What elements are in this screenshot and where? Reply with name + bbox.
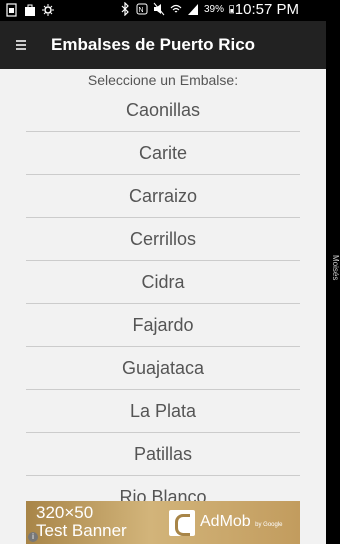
status-time: 10:57 PM	[234, 1, 299, 18]
reservoir-item[interactable]: La Plata	[26, 390, 300, 433]
main-content: Seleccione un Embalse: Caonillas Carite …	[0, 69, 326, 544]
shopping-bag-icon	[25, 4, 35, 16]
reservoir-item[interactable]: Carraizo	[26, 175, 300, 218]
ad-size-label: 320×50	[36, 503, 94, 522]
reservoir-item[interactable]: Carite	[26, 132, 300, 175]
reservoir-list: Caonillas Carite Carraizo Cerrillos Cidr…	[26, 89, 300, 518]
reservoir-item[interactable]: Cerrillos	[26, 218, 300, 261]
mute-icon	[153, 2, 165, 16]
reservoir-item[interactable]: Guajataca	[26, 347, 300, 390]
battery-percent: 39%	[203, 3, 224, 15]
menu-icon[interactable]	[16, 40, 26, 51]
bluetooth-icon	[121, 2, 129, 16]
signal-icon	[187, 4, 198, 15]
ad-brand-sub: by Google	[255, 522, 283, 528]
admob-logo-icon	[169, 510, 195, 536]
reservoir-item[interactable]: Caonillas	[26, 89, 300, 132]
status-bar: N 39% 10:57 PM	[0, 0, 326, 21]
status-left-icons	[6, 3, 54, 17]
side-label: Moisés	[331, 255, 340, 281]
info-icon[interactable]: i	[28, 532, 38, 542]
reservoir-item[interactable]: Patillas	[26, 433, 300, 476]
select-prompt: Seleccione un Embalse:	[87, 72, 239, 88]
nfc-icon: N	[136, 3, 148, 15]
ad-brand-name: AdMob	[200, 513, 251, 530]
reservoir-item[interactable]: Cidra	[26, 261, 300, 304]
sim-icon	[6, 3, 17, 17]
svg-text:N: N	[138, 7, 143, 14]
wifi-icon	[170, 4, 182, 13]
ad-banner[interactable]: 320×50 Test Banner i AdMob by Google	[26, 501, 300, 544]
settings-icon	[42, 4, 54, 16]
reservoir-item[interactable]: Fajardo	[26, 304, 300, 347]
app-title: Embalses de Puerto Rico	[51, 35, 256, 54]
ad-test-label: Test Banner	[36, 521, 127, 540]
app-bar: Embalses de Puerto Rico	[0, 21, 326, 69]
ad-text: 320×50 Test Banner	[36, 504, 127, 540]
ad-brand: AdMob by Google	[200, 513, 283, 531]
